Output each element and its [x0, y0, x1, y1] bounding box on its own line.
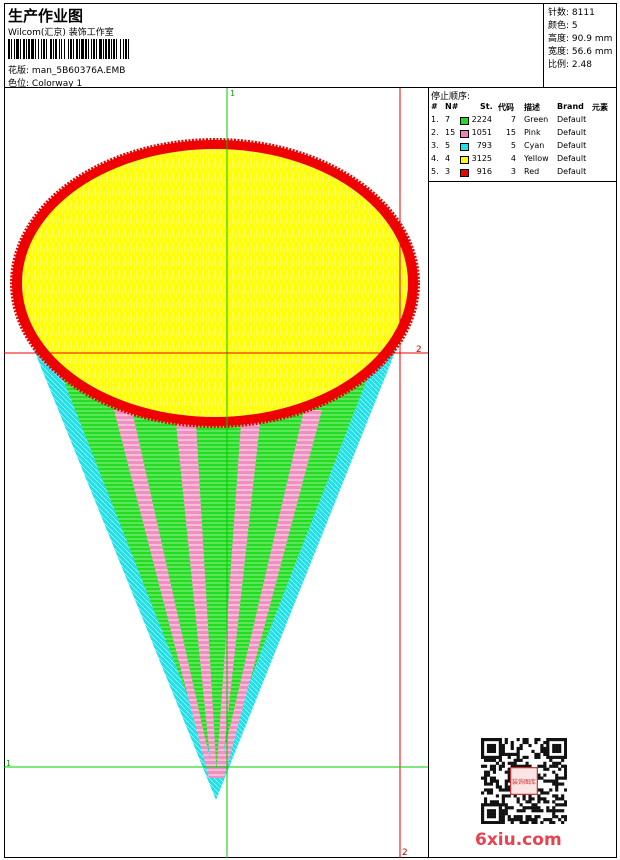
row-code: 15: [505, 128, 516, 137]
row-code: 5: [510, 141, 516, 150]
col-description: 描述: [524, 103, 540, 112]
row-stitches: 3125: [471, 154, 492, 163]
row-description: Pink: [524, 128, 541, 137]
row-brand: Default: [557, 141, 587, 150]
row-code: 7: [510, 115, 516, 124]
qr-code: 装饰图库: [481, 738, 567, 824]
row-needle: 15: [445, 128, 456, 137]
row-brand: Default: [557, 128, 587, 137]
row-brand: Default: [557, 167, 587, 176]
row-description: Yellow: [524, 154, 549, 163]
design-row: 花版: man_5B60376A.EMB: [8, 63, 125, 76]
stop-sequence-row: 3. 5 793 5 Cyan Default: [429, 141, 617, 154]
row-needle: 4: [445, 154, 451, 163]
stat-scale: 比例: 2.48: [548, 60, 592, 70]
color-swatch: [460, 169, 469, 177]
color-swatch: [460, 156, 469, 164]
row-index: 1.: [431, 115, 439, 124]
barcode: [8, 39, 131, 59]
ice-cream-yellow-fill: [22, 149, 408, 417]
col-index: #: [431, 102, 438, 111]
row-description: Green: [524, 115, 549, 124]
qr-stamp-text: 装饰图库: [512, 778, 536, 786]
row-index: 4.: [431, 154, 439, 163]
stop-sequence-panel: 停止顺序: # N# St. 代码 描述 Brand 元素 1. 7 2224 7 Gr…: [429, 88, 617, 858]
col-stitches: St.: [480, 102, 493, 111]
watermark-logo: 6xiu.com: [475, 830, 562, 850]
company-name: Wilcom(汇京) 装饰工作室: [8, 28, 114, 38]
stop-sequence-row: 4. 4 3125 4 Yellow Default: [429, 154, 617, 167]
row-stitches: 2224: [471, 115, 492, 124]
stat-stitches: 针数: 8111: [548, 8, 595, 18]
stat-width: 宽度: 56.6 mm: [548, 47, 613, 57]
stop-sequence-title: 停止顺序:: [431, 92, 471, 102]
row-stitches: 793: [476, 141, 492, 150]
design-file: man_5B60376A.EMB: [31, 66, 126, 76]
stat-colors: 颜色: 5: [548, 21, 578, 31]
color-swatch: [460, 130, 469, 138]
embroidery-design: 1 2 1 2: [4, 88, 428, 858]
col-brand: Brand: [557, 102, 584, 111]
row-needle: 5: [445, 141, 451, 150]
design-canvas[interactable]: 1 2 1 2: [4, 88, 429, 858]
color-swatch: [460, 143, 469, 151]
header-info: 生产作业图 Wilcom(汇京) 装饰工作室 花版: man_5B60376A.…: [4, 3, 544, 89]
guide-label-h1: 1: [6, 759, 11, 768]
row-index: 5.: [431, 167, 439, 176]
row-brand: Default: [557, 115, 587, 124]
panel-divider: [429, 181, 617, 182]
row-needle: 3: [445, 167, 451, 176]
stop-sequence-row: 2. 15 1051 15 Pink Default: [429, 128, 617, 141]
row-index: 2.: [431, 128, 439, 137]
col-element: 元素: [592, 103, 608, 112]
stat-height: 高度: 90.9 mm: [548, 34, 613, 44]
col-needle: N#: [445, 102, 459, 111]
row-needle: 7: [445, 115, 451, 124]
stop-sequence-row: 1. 7 2224 7 Green Default: [429, 115, 617, 128]
row-stitches: 1051: [471, 128, 492, 137]
row-index: 3.: [431, 141, 439, 150]
row-code: 3: [510, 167, 516, 176]
col-code: 代码: [498, 103, 514, 112]
page-title: 生产作业图: [8, 7, 84, 25]
row-stitches: 916: [476, 167, 492, 176]
stop-sequence-header: # N# St. 代码 描述 Brand 元素: [429, 102, 617, 114]
guide-label-h2: 2: [416, 345, 422, 355]
guide-label-v1: 1: [230, 89, 235, 98]
row-code: 4: [510, 154, 516, 163]
color-swatch: [460, 117, 469, 125]
row-brand: Default: [557, 154, 587, 163]
row-description: Red: [524, 167, 540, 176]
row-description: Cyan: [524, 141, 545, 150]
design-label: 花版:: [8, 66, 30, 76]
design-stats: 针数: 8111 颜色: 5 高度: 90.9 mm 宽度: 56.6 mm 比…: [544, 3, 617, 88]
guide-label-v2: 2: [402, 848, 408, 858]
stop-sequence-row: 5. 3 916 3 Red Default: [429, 167, 617, 180]
